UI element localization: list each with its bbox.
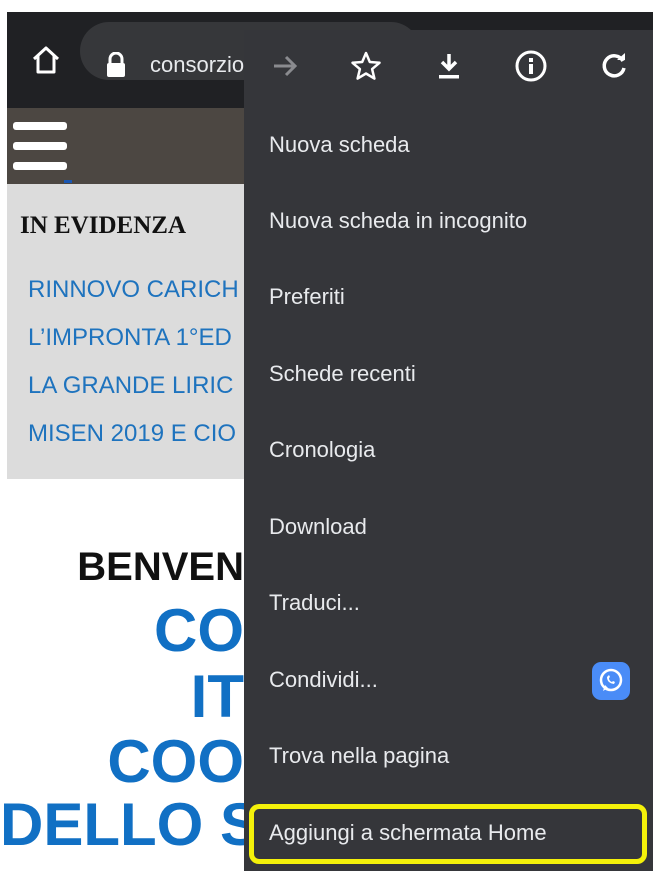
- evidenza-title: IN EVIDENZA: [20, 212, 187, 239]
- menu-item-label: Nuova scheda in incognito: [269, 208, 528, 233]
- menu-item-label: Cronologia: [269, 437, 376, 462]
- menu-item-label: Nuova scheda: [269, 132, 410, 157]
- hero-title-line: IT: [190, 663, 244, 730]
- menu-item-cronologia[interactable]: Cronologia: [244, 415, 653, 485]
- menu-item-traduci[interactable]: Traduci...: [244, 568, 653, 638]
- home-icon: [32, 46, 60, 74]
- hero-title-line: COO: [107, 728, 244, 795]
- evidenza-link[interactable]: RINNOVO CARICH: [28, 276, 243, 304]
- menu-item-label: Preferiti: [269, 284, 345, 309]
- menu-item-label: Download: [269, 514, 367, 539]
- hero-title-line: DELLO S: [0, 791, 244, 858]
- refresh-icon[interactable]: [592, 44, 636, 88]
- star-icon[interactable]: [344, 44, 388, 88]
- forward-arrow-icon[interactable]: [263, 44, 307, 88]
- download-icon[interactable]: [427, 44, 471, 88]
- header-accent: [64, 180, 72, 183]
- menu-item-aggiungi-home[interactable]: Aggiungi a schermata Home: [244, 798, 653, 868]
- menu-item-preferiti[interactable]: Preferiti: [244, 262, 653, 332]
- hero-welcome: BENVEN: [77, 545, 244, 589]
- menu-item-label: Trova nella pagina: [269, 743, 450, 768]
- home-button[interactable]: [24, 38, 68, 82]
- url-text[interactable]: consorzio: [150, 52, 250, 78]
- evidenza-link[interactable]: L’IMPRONTA 1°ED: [28, 324, 243, 352]
- lock-icon: [107, 52, 125, 77]
- menu-item-label: Aggiungi a schermata Home: [269, 820, 547, 845]
- hero-title-line: CO: [154, 597, 244, 664]
- evidenza-link[interactable]: LA GRANDE LIRIC: [28, 372, 243, 400]
- menu-item-trova-nella-pagina[interactable]: Trova nella pagina: [244, 721, 653, 791]
- evidenza-link[interactable]: MISEN 2019 E CIO: [28, 420, 243, 448]
- hamburger-menu-icon[interactable]: [13, 122, 67, 170]
- menu-item-nuova-scheda[interactable]: Nuova scheda: [244, 110, 653, 180]
- menu-item-incognito[interactable]: Nuova scheda in incognito: [244, 186, 653, 256]
- menu-item-schede-recenti[interactable]: Schede recenti: [244, 339, 653, 409]
- info-icon[interactable]: [509, 44, 553, 88]
- menu-item-label: Traduci...: [269, 590, 360, 615]
- menu-item-download[interactable]: Download: [244, 492, 653, 562]
- whatsapp-icon[interactable]: [592, 662, 630, 700]
- menu-item-label: Schede recenti: [269, 361, 416, 386]
- menu-item-label: Condividi...: [269, 667, 378, 692]
